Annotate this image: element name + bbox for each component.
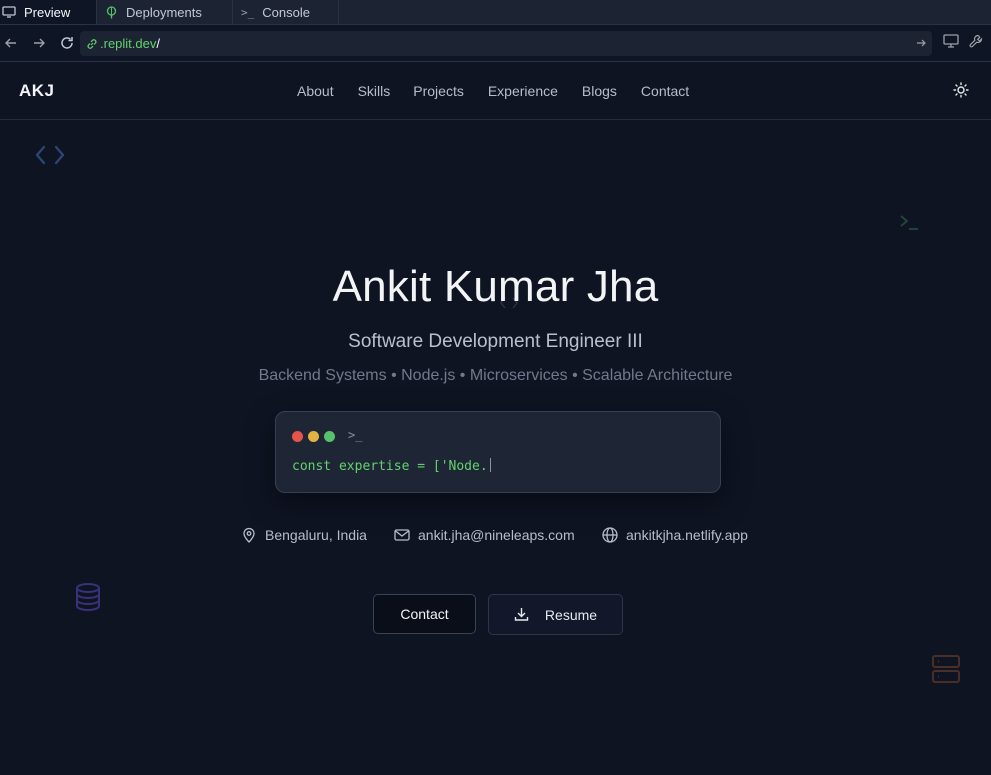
nav-about[interactable]: About — [297, 83, 334, 99]
hero-role: Software Development Engineer III — [348, 331, 643, 352]
map-pin-icon — [243, 527, 255, 543]
nav-blogs[interactable]: Blogs — [582, 83, 617, 99]
url-field[interactable]: .replit.dev / — [80, 31, 932, 56]
reload-button[interactable] — [53, 29, 81, 57]
device-preview-icon[interactable] — [943, 34, 959, 48]
open-new-tab-icon[interactable] — [916, 36, 926, 51]
arrow-right-icon — [34, 38, 45, 48]
workspace-tab-bar: Preview Deployments >_ Console — [0, 0, 991, 25]
tab-preview[interactable]: Preview — [0, 0, 97, 24]
back-button[interactable] — [0, 29, 25, 57]
terminal-card: >_ const expertise = ['Node. — [275, 411, 721, 493]
website-link[interactable]: ankitkjha.netlify.app — [626, 527, 748, 543]
nav-skills[interactable]: Skills — [358, 83, 391, 99]
tab-label: Console — [262, 4, 310, 20]
code-brackets-icon — [35, 144, 65, 171]
download-icon — [514, 608, 529, 621]
database-icon — [75, 583, 101, 616]
sun-icon — [953, 82, 969, 98]
forward-button[interactable] — [25, 29, 53, 57]
email-link[interactable]: ankit.jha@nineleaps.com — [418, 527, 575, 543]
site-nav: About Skills Projects Experience Blogs C… — [297, 83, 689, 99]
terminal-icon — [900, 213, 920, 236]
website-info[interactable]: ankitkjha.netlify.app — [602, 527, 748, 543]
arrow-left-icon — [5, 38, 16, 48]
tab-console[interactable]: >_ Console — [233, 0, 339, 24]
tab-label: Deployments — [126, 4, 202, 20]
hero-name: Ankit Kumar Jha — [332, 262, 659, 311]
green-dot-icon — [324, 431, 335, 442]
site-logo[interactable]: AKJ — [19, 81, 55, 101]
hero-tech-stack: Backend Systems • Node.js • Microservice… — [258, 367, 733, 384]
text-caret — [489, 458, 491, 472]
terminal-prompt: >_ — [348, 428, 363, 442]
tab-label: Preview — [24, 4, 71, 20]
mail-icon — [394, 529, 410, 541]
server-icon — [931, 654, 961, 689]
typing-code-line: const expertise = ['Node. — [292, 458, 491, 474]
email-info[interactable]: ankit.jha@nineleaps.com — [394, 527, 575, 543]
site-header: AKJ About Skills Projects Experience Blo… — [0, 62, 991, 120]
monitor-icon — [2, 6, 16, 18]
location-text: Bengaluru, India — [265, 527, 367, 543]
yellow-dot-icon — [308, 431, 319, 442]
window-controls — [292, 431, 335, 442]
link-icon — [87, 38, 97, 49]
nav-projects[interactable]: Projects — [413, 83, 464, 99]
reload-icon — [61, 37, 73, 49]
url-domain: .replit.dev — [100, 36, 157, 51]
red-dot-icon — [292, 431, 303, 442]
terminal-icon: >_ — [241, 5, 255, 19]
devtools-group — [943, 34, 983, 48]
deploy-icon — [106, 5, 117, 18]
nav-experience[interactable]: Experience — [488, 83, 558, 99]
resume-button[interactable]: Resume — [488, 594, 623, 635]
contact-button[interactable]: Contact — [373, 594, 476, 634]
globe-icon — [602, 527, 618, 543]
address-bar-row: .replit.dev / — [0, 25, 991, 62]
url-path: / — [156, 36, 160, 51]
location-info: Bengaluru, India — [242, 527, 367, 543]
nav-contact[interactable]: Contact — [641, 83, 689, 99]
wrench-icon[interactable] — [969, 34, 983, 48]
theme-toggle-button[interactable] — [953, 82, 969, 103]
resume-label: Resume — [544, 606, 598, 623]
code-text: const expertise = ['Node. — [292, 459, 488, 474]
tab-deployments[interactable]: Deployments — [97, 0, 233, 24]
